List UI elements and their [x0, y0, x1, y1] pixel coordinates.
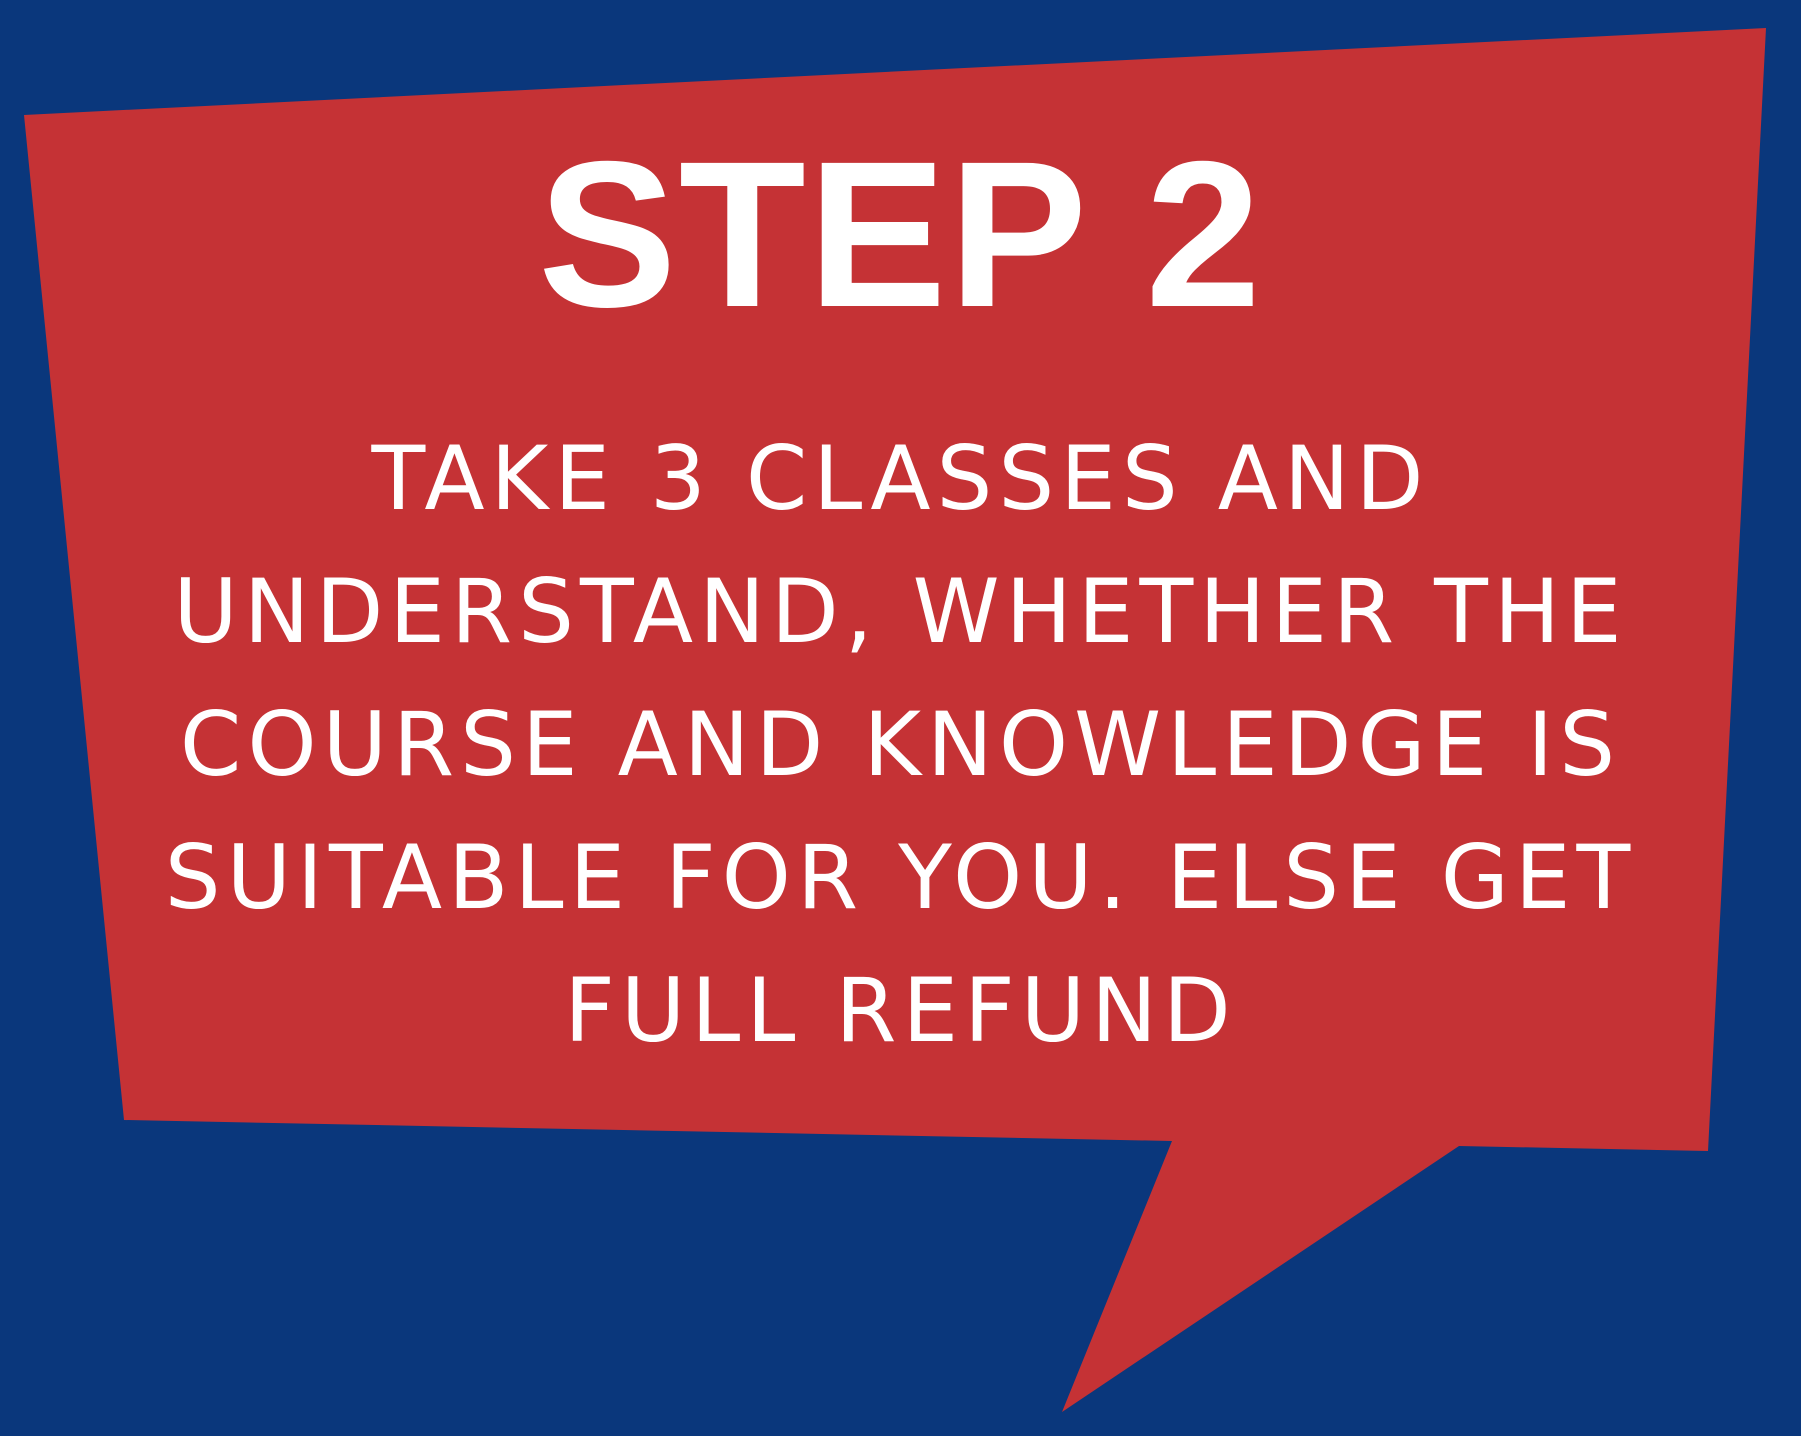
step-description: TAKE 3 CLASSES AND UNDERSTAND, WHETHER T… [110, 412, 1691, 1077]
description-line-1: TAKE 3 CLASSES AND [371, 427, 1430, 530]
step-title: STEP 2 [538, 119, 1263, 351]
description-line-2: UNDERSTAND, WHETHER THE [173, 560, 1628, 663]
description-line-4: SUITABLE FOR YOU. ELSE GET [164, 826, 1637, 929]
description-line-3: COURSE AND KNOWLEDGE IS [179, 693, 1622, 796]
step-card: STEP 2 TAKE 3 CLASSES AND UNDERSTAND, WH… [0, 0, 1801, 1436]
description-line-5: FULL REFUND [564, 959, 1237, 1062]
